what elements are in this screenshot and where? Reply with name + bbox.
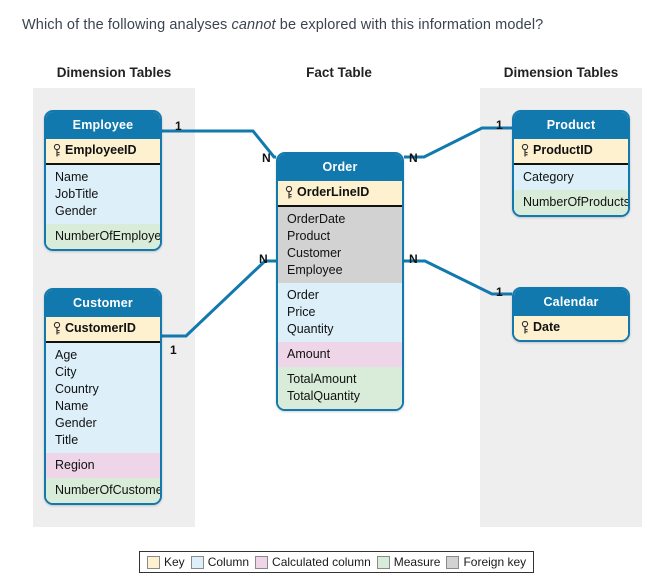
legend-swatch-column: [190, 555, 204, 569]
key-icon: [53, 143, 61, 157]
field-product-key-label: ProductID: [533, 143, 593, 157]
field-customer-numberofcustomers[interactable]: NumberOfCustomers: [46, 482, 160, 499]
legend-label-measure: Measure: [393, 555, 441, 569]
legend-item-key: Key: [147, 555, 185, 569]
question-emphasis: cannot: [231, 17, 276, 33]
field-product-numberofproducts[interactable]: NumberOfProducts: [514, 194, 628, 211]
field-customer-name[interactable]: Name: [46, 398, 160, 415]
legend-swatch-calculated-column: [255, 555, 269, 569]
field-order-orderdate[interactable]: OrderDate: [278, 211, 402, 228]
table-product-title: Product: [514, 112, 628, 139]
legend-swatch-key: [147, 555, 160, 569]
table-employee-columns: Name JobTitle Gender: [46, 165, 160, 224]
field-order-price[interactable]: Price: [278, 304, 402, 321]
question-prompt: Which of the following analyses cannot b…: [22, 17, 543, 33]
field-order-totalamount[interactable]: TotalAmount: [278, 371, 402, 388]
legend: Key Column Calculated column Measure For…: [139, 551, 535, 573]
table-order[interactable]: Order OrderLineID OrderDate Product Cust…: [276, 152, 404, 411]
table-order-columns: Order Price Quantity: [278, 283, 402, 342]
field-customer-key[interactable]: CustomerID: [46, 320, 160, 337]
table-product-key-group: ProductID: [514, 139, 628, 165]
field-order-employee[interactable]: Employee: [278, 262, 402, 279]
field-order-totalquantity[interactable]: TotalQuantity: [278, 388, 402, 405]
field-customer-title[interactable]: Title: [46, 432, 160, 449]
table-order-calculated: Amount: [278, 342, 402, 367]
field-customer-age[interactable]: Age: [46, 347, 160, 364]
legend-label-foreign-key: Foreign key: [463, 555, 527, 569]
table-customer-columns: Age City Country Name Gender Title: [46, 343, 160, 453]
field-product-category[interactable]: Category: [514, 169, 628, 186]
legend-swatch-measure: [376, 555, 390, 569]
field-employee-key-label: EmployeeID: [65, 143, 137, 157]
legend-item-column: Column: [190, 555, 250, 569]
legend-item-foreign-key: Foreign key: [446, 555, 526, 569]
field-employee-gender[interactable]: Gender: [46, 203, 160, 220]
cardinality-order-product: N: [409, 151, 418, 165]
cardinality-order-calendar: N: [409, 252, 418, 266]
section-title-right: Dimension Tables: [503, 65, 619, 80]
field-calendar-key[interactable]: Date: [514, 319, 628, 336]
key-icon: [521, 143, 529, 157]
field-customer-country[interactable]: Country: [46, 381, 160, 398]
field-customer-gender[interactable]: Gender: [46, 415, 160, 432]
cardinality-employee: 1: [175, 119, 182, 133]
legend-label-key: Key: [164, 555, 185, 569]
table-customer-key-group: CustomerID: [46, 317, 160, 343]
cardinality-customer: 1: [170, 343, 177, 357]
field-order-customer[interactable]: Customer: [278, 245, 402, 262]
table-order-title: Order: [278, 154, 402, 181]
field-employee-name[interactable]: Name: [46, 169, 160, 186]
key-icon: [285, 185, 293, 199]
table-product[interactable]: Product ProductID Category NumberOfProdu…: [512, 110, 630, 217]
field-order-order[interactable]: Order: [278, 287, 402, 304]
field-order-amount[interactable]: Amount: [278, 346, 402, 363]
legend-label-column: Column: [207, 555, 250, 569]
field-employee-numberofemployees[interactable]: NumberOfEmployees: [46, 228, 160, 245]
field-customer-city[interactable]: City: [46, 364, 160, 381]
table-employee-measures: NumberOfEmployees: [46, 224, 160, 249]
key-icon: [53, 321, 61, 335]
table-customer[interactable]: Customer CustomerID Age City Country Nam…: [44, 288, 162, 505]
cardinality-calendar: 1: [496, 285, 503, 299]
field-customer-region[interactable]: Region: [46, 457, 160, 474]
legend-swatch-foreign-key: [446, 555, 460, 569]
section-title-left: Dimension Tables: [56, 65, 172, 80]
field-product-key[interactable]: ProductID: [514, 142, 628, 159]
key-icon: [521, 320, 529, 334]
table-employee-title: Employee: [46, 112, 160, 139]
table-order-foreign-keys: OrderDate Product Customer Employee: [278, 207, 402, 283]
field-employee-key[interactable]: EmployeeID: [46, 142, 160, 159]
table-calendar-key-group: Date: [514, 316, 628, 340]
table-employee-key-group: EmployeeID: [46, 139, 160, 165]
table-calendar[interactable]: Calendar Date: [512, 287, 630, 342]
table-customer-measures: NumberOfCustomers: [46, 478, 160, 503]
question-prefix: Which of the following analyses: [22, 17, 232, 33]
field-order-product[interactable]: Product: [278, 228, 402, 245]
field-employee-jobtitle[interactable]: JobTitle: [46, 186, 160, 203]
table-customer-calculated: Region: [46, 453, 160, 478]
table-employee[interactable]: Employee EmployeeID Name JobTitle Gender…: [44, 110, 162, 251]
table-order-measures: TotalAmount TotalQuantity: [278, 367, 402, 409]
legend-item-measure: Measure: [376, 555, 441, 569]
question-suffix: be explored with this information model?: [275, 17, 544, 33]
field-order-key-label: OrderLineID: [297, 185, 370, 199]
legend-label-calculated-column: Calculated column: [272, 555, 371, 569]
field-calendar-key-label: Date: [533, 320, 561, 334]
table-order-key-group: OrderLineID: [278, 181, 402, 207]
table-calendar-title: Calendar: [514, 289, 628, 316]
cardinality-product: 1: [496, 118, 503, 132]
cardinality-order-customer: N: [259, 252, 268, 266]
cardinality-order-employee: N: [262, 151, 271, 165]
field-customer-key-label: CustomerID: [65, 321, 136, 335]
table-product-measures: NumberOfProducts: [514, 190, 628, 215]
legend-item-calculated-column: Calculated column: [255, 555, 371, 569]
table-customer-title: Customer: [46, 290, 160, 317]
field-order-quantity[interactable]: Quantity: [278, 321, 402, 338]
field-order-key[interactable]: OrderLineID: [278, 184, 402, 201]
section-title-center: Fact Table: [306, 65, 372, 80]
table-product-columns: Category: [514, 165, 628, 190]
